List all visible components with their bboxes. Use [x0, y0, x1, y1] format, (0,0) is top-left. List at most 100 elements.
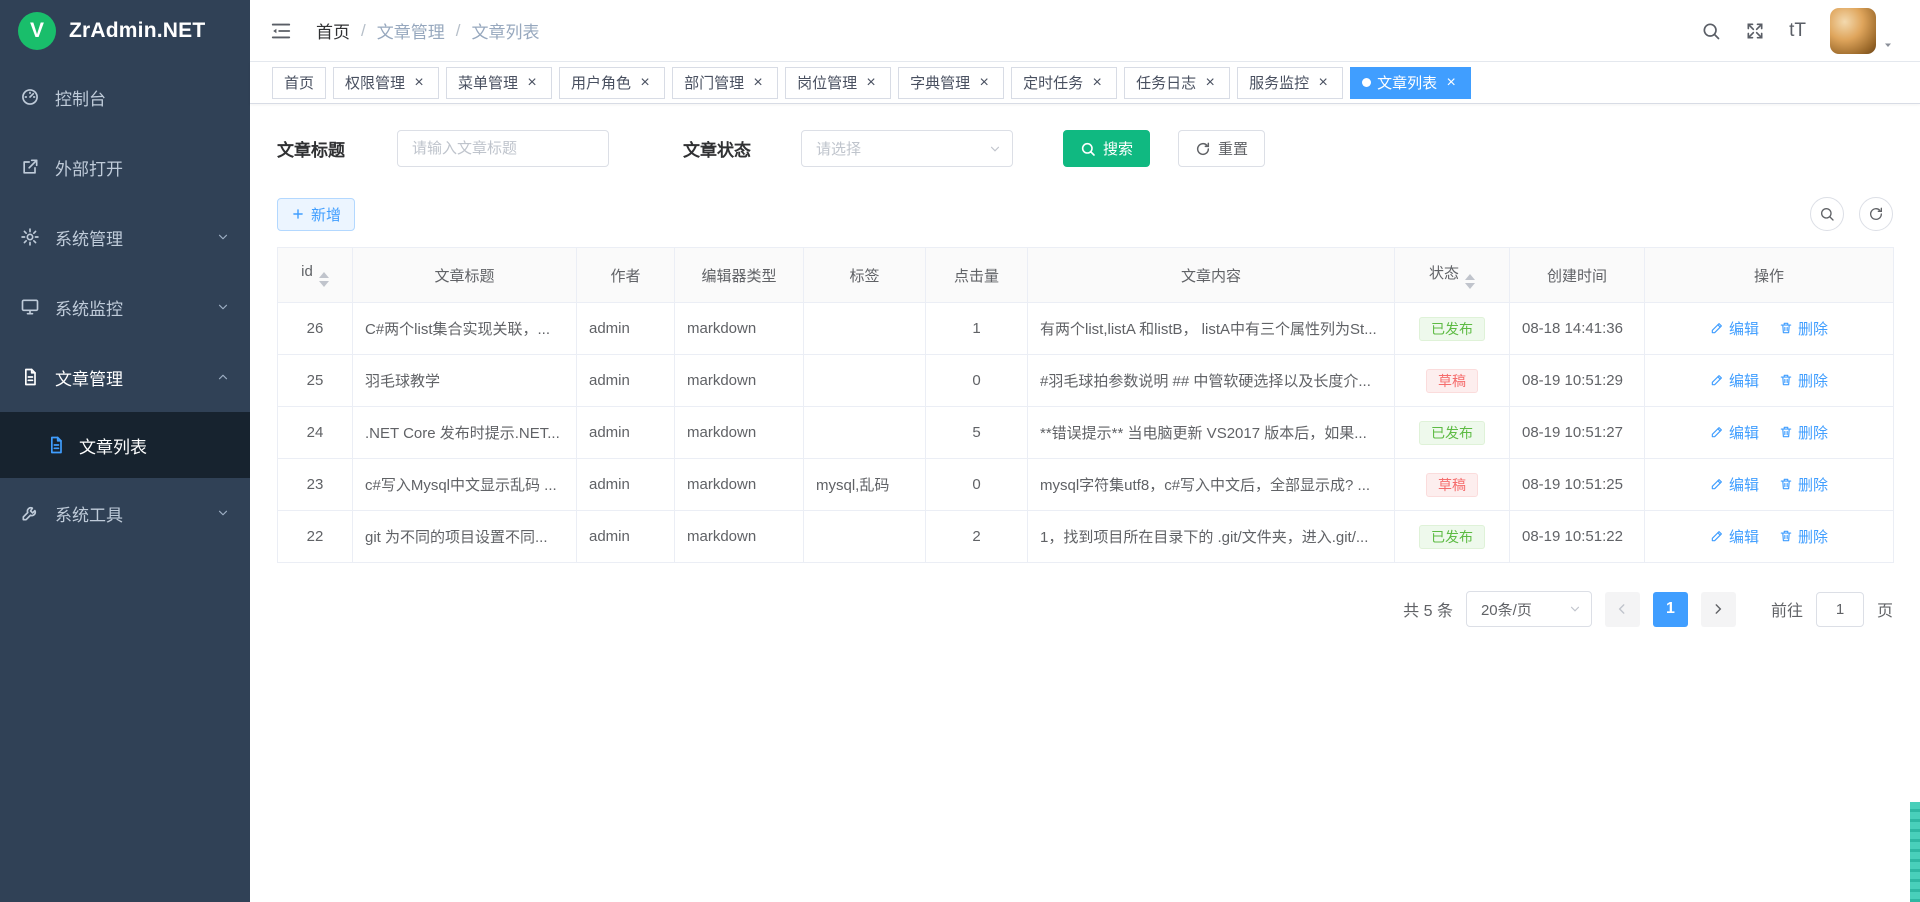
sidebar-item-external[interactable]: 外部打开 — [0, 132, 250, 202]
top-navbar: 首页/文章管理/文章列表 tT — [250, 0, 1920, 62]
cell-created: 08-19 10:51:22 — [1510, 511, 1645, 563]
tab-article-list[interactable]: 文章列表× — [1350, 67, 1471, 99]
delete-button[interactable]: 删除 — [1779, 474, 1828, 495]
search-icon — [1819, 206, 1835, 222]
cell-author: admin — [577, 355, 675, 407]
breadcrumb-item[interactable]: 首页 — [316, 18, 350, 43]
tab-dict[interactable]: 字典管理× — [898, 67, 1004, 99]
close-icon[interactable]: × — [524, 75, 540, 91]
chevron-down-icon — [216, 300, 230, 314]
cell-actions: 编辑 删除 — [1645, 355, 1894, 407]
column-label: 标签 — [849, 268, 879, 285]
column-label: 点击量 — [954, 268, 999, 285]
tab-job[interactable]: 定时任务× — [1011, 67, 1117, 99]
font-size-icon[interactable]: tT — [1789, 20, 1806, 42]
column-header-created: 创建时间 — [1510, 248, 1645, 303]
search-icon[interactable] — [1701, 21, 1721, 41]
pagination-total: 共 5 条 — [1403, 597, 1453, 621]
close-icon[interactable]: × — [411, 75, 427, 91]
sort-desc-icon[interactable] — [319, 281, 329, 287]
close-icon[interactable]: × — [976, 75, 992, 91]
cell-id: 25 — [278, 355, 353, 407]
sidebar-item-label: 系统管理 — [55, 225, 123, 250]
edit-button[interactable]: 编辑 — [1710, 526, 1759, 547]
close-icon[interactable]: × — [1202, 75, 1218, 91]
table-row: 26C#两个list集合实现关联，...adminmarkdown1有两个lis… — [278, 303, 1894, 355]
column-header-id[interactable]: id — [278, 248, 353, 303]
toggle-search-button[interactable] — [1810, 197, 1844, 231]
close-icon[interactable]: × — [863, 75, 879, 91]
tab-job-log[interactable]: 任务日志× — [1124, 67, 1230, 99]
edit-icon — [1710, 321, 1724, 335]
edit-button[interactable]: 编辑 — [1710, 422, 1759, 443]
page-number-button[interactable]: 1 — [1653, 592, 1688, 627]
column-header-clicks: 点击量 — [926, 248, 1028, 303]
table-header: id文章标题作者编辑器类型标签点击量文章内容状态创建时间操作 — [278, 248, 1894, 303]
cell-tags — [804, 303, 926, 355]
refresh-table-button[interactable] — [1859, 197, 1893, 231]
close-icon[interactable]: × — [1089, 75, 1105, 91]
close-icon[interactable]: × — [1443, 75, 1459, 91]
fullscreen-icon[interactable] — [1745, 21, 1765, 41]
cell-author: admin — [577, 407, 675, 459]
column-header-status[interactable]: 状态 — [1395, 248, 1510, 303]
column-header-actions: 操作 — [1645, 248, 1894, 303]
scrollbar-thumb[interactable] — [1910, 802, 1920, 902]
breadcrumb-item[interactable]: 文章管理 — [377, 18, 445, 43]
tab-label: 首页 — [284, 72, 314, 93]
reset-button[interactable]: 重置 — [1178, 130, 1265, 167]
sidebar-item-monitor[interactable]: 系统监控 — [0, 272, 250, 342]
tab-post[interactable]: 岗位管理× — [785, 67, 891, 99]
cell-tags — [804, 407, 926, 459]
tab-label: 用户角色 — [571, 72, 631, 93]
title-filter-input[interactable] — [397, 130, 609, 167]
edit-button[interactable]: 编辑 — [1710, 370, 1759, 391]
user-menu[interactable] — [1830, 8, 1894, 54]
cell-clicks: 0 — [926, 459, 1028, 511]
tab-user-role[interactable]: 用户角色 × — [559, 67, 665, 99]
edit-button[interactable]: 编辑 — [1710, 318, 1759, 339]
sidebar-item-system[interactable]: 系统管理 — [0, 202, 250, 272]
sort-asc-icon[interactable] — [1465, 274, 1475, 280]
tab-menu[interactable]: 菜单管理× — [446, 67, 552, 99]
app-logo[interactable]: V ZrAdmin.NET — [0, 0, 250, 62]
delete-button[interactable]: 删除 — [1779, 370, 1828, 391]
add-button[interactable]: 新增 — [277, 198, 355, 231]
sidebar-item-dashboard[interactable]: 控制台 — [0, 62, 250, 132]
tab-home[interactable]: 首页 — [272, 67, 326, 99]
cell-id: 26 — [278, 303, 353, 355]
close-icon[interactable]: × — [750, 75, 766, 91]
sidebar-item-tools[interactable]: 系统工具 — [0, 478, 250, 548]
search-button[interactable]: 搜索 — [1063, 130, 1150, 167]
delete-button[interactable]: 删除 — [1779, 318, 1828, 339]
delete-label: 删除 — [1798, 370, 1828, 391]
cell-id: 24 — [278, 407, 353, 459]
close-icon[interactable]: × — [637, 75, 653, 91]
cell-created: 08-19 10:51:29 — [1510, 355, 1645, 407]
page-unit-label: 页 — [1877, 597, 1893, 621]
sidebar: V ZrAdmin.NET 控制台外部打开系统管理系统监控文章管理文章列表系统工… — [0, 0, 250, 902]
tab-server[interactable]: 服务监控× — [1237, 67, 1343, 99]
delete-button[interactable]: 删除 — [1779, 422, 1828, 443]
tab-dept[interactable]: 部门管理× — [672, 67, 778, 99]
edit-button[interactable]: 编辑 — [1710, 474, 1759, 495]
prev-page-button[interactable] — [1605, 592, 1640, 627]
sort-desc-icon[interactable] — [1465, 283, 1475, 289]
column-label: 文章标题 — [434, 268, 494, 285]
collapse-sidebar-icon[interactable] — [270, 20, 292, 42]
goto-page-input[interactable] — [1816, 592, 1864, 627]
next-page-button[interactable] — [1701, 592, 1736, 627]
sort-asc-icon[interactable] — [319, 272, 329, 278]
sidebar-subitem-article-list[interactable]: 文章列表 — [0, 412, 250, 478]
page-size-select[interactable]: 20条/页 — [1466, 591, 1592, 627]
column-label: id — [301, 263, 313, 280]
tab-perm[interactable]: 权限管理× — [333, 67, 439, 99]
cell-author: admin — [577, 459, 675, 511]
status-filter-select[interactable]: 请选择 — [801, 130, 1013, 167]
delete-button[interactable]: 删除 — [1779, 526, 1828, 547]
close-icon[interactable]: × — [1315, 75, 1331, 91]
sidebar-item-article[interactable]: 文章管理 — [0, 342, 250, 412]
cell-clicks: 5 — [926, 407, 1028, 459]
delete-icon — [1779, 373, 1793, 387]
sidebar-menu: 控制台外部打开系统管理系统监控文章管理文章列表系统工具 — [0, 62, 250, 902]
